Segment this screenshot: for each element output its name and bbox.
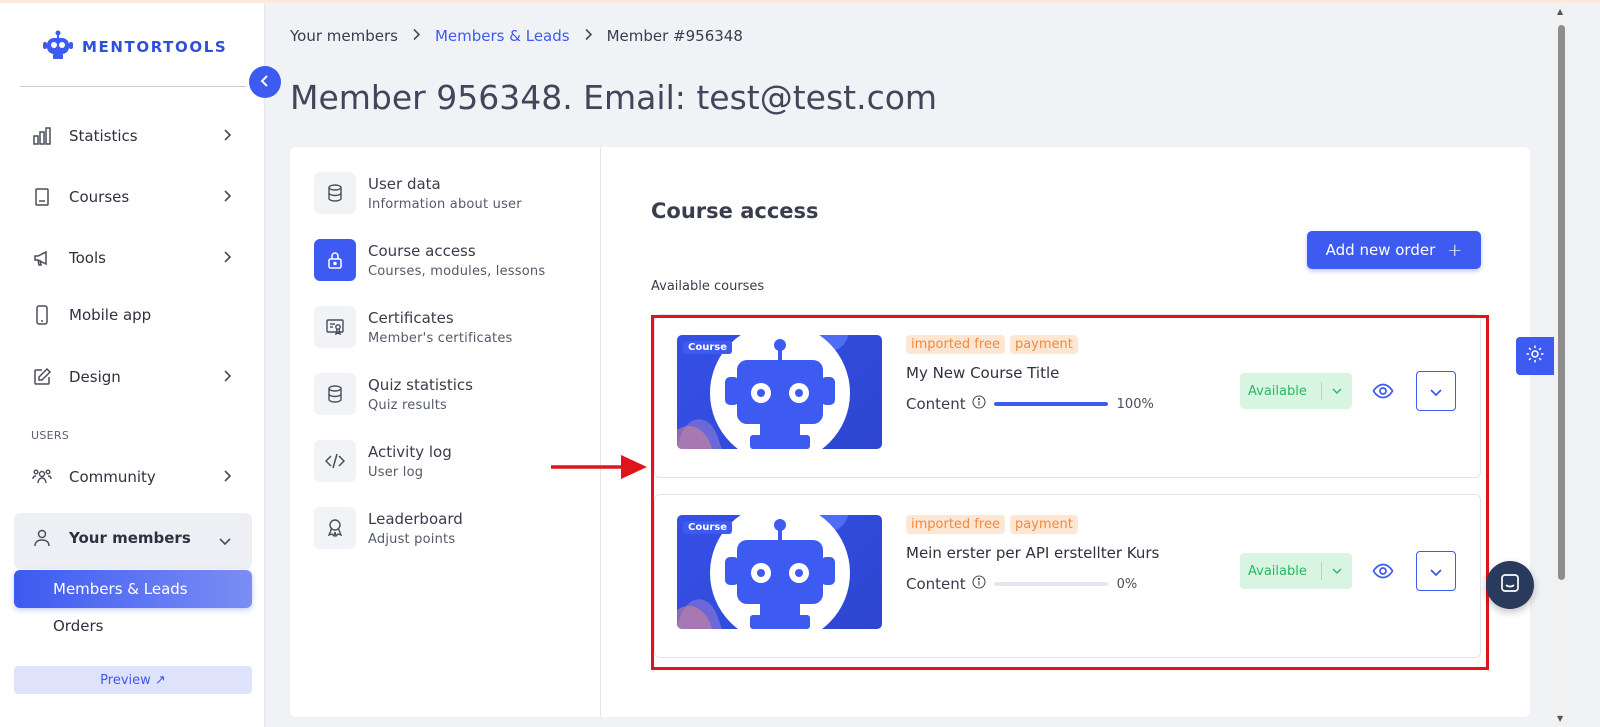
scroll-down-icon[interactable]: ▼	[1557, 714, 1563, 723]
database-icon	[314, 373, 356, 415]
chevron-right-icon	[584, 27, 593, 45]
gear-icon	[1525, 344, 1545, 368]
certificate-icon	[314, 306, 356, 348]
chat-button[interactable]	[1486, 561, 1534, 609]
chevron-right-icon	[222, 189, 232, 207]
sidebar-item-label: Statistics	[69, 127, 138, 145]
chevron-right-icon	[412, 27, 421, 45]
chevron-left-icon	[260, 73, 270, 92]
member-tabs: User data Information about user Course …	[290, 147, 601, 717]
logo[interactable]: MENTORTOOLS	[42, 30, 227, 64]
preview-button[interactable]: Preview ↗	[14, 666, 252, 694]
tab-course-access[interactable]: Course access Courses, modules, lessons	[314, 238, 594, 282]
community-icon	[30, 465, 54, 489]
chevron-right-icon	[222, 469, 232, 487]
logo-text: MENTORTOOLS	[82, 38, 228, 56]
chevron-right-icon	[222, 369, 232, 387]
annotation-arrow-icon	[549, 452, 649, 486]
scroll-up-icon[interactable]: ▲	[1557, 7, 1563, 16]
megaphone-icon	[30, 246, 54, 270]
chevron-down-icon	[218, 532, 232, 550]
tab-subtitle: Adjust points	[368, 531, 456, 547]
sidebar-item-tools[interactable]: Tools	[30, 242, 240, 274]
sidebar-item-your-members[interactable]: Your members	[30, 522, 240, 554]
page-title: Member 956348. Email: test@test.com	[290, 78, 938, 117]
tab-leaderboard[interactable]: Leaderboard Adjust points	[314, 506, 594, 550]
collapse-sidebar-button[interactable]	[249, 66, 281, 98]
annotation-highlight-box	[651, 315, 1489, 670]
tab-title: Activity log	[368, 442, 452, 461]
tab-title: User data	[368, 174, 441, 193]
bar-chart-icon	[30, 124, 54, 148]
button-label: Add new order	[1325, 241, 1436, 259]
sidebar-item-members-leads[interactable]: Members & Leads	[14, 570, 252, 608]
user-icon	[30, 526, 54, 550]
tab-title: Certificates	[368, 308, 454, 327]
lock-icon	[314, 239, 356, 281]
tab-subtitle: Quiz results	[368, 397, 447, 413]
chevron-right-icon	[222, 128, 232, 146]
sidebar-item-label: Community	[69, 468, 156, 486]
database-icon	[314, 172, 356, 214]
tab-subtitle: User log	[368, 464, 424, 480]
tab-title: Quiz statistics	[368, 375, 473, 394]
breadcrumb-members-leads[interactable]: Members & Leads	[435, 27, 570, 45]
chevron-right-icon	[222, 250, 232, 268]
tab-subtitle: Courses, modules, lessons	[368, 263, 546, 279]
breadcrumb: Your members Members & Leads Member #956…	[290, 27, 743, 45]
sidebar-item-orders[interactable]: Orders	[53, 617, 103, 635]
section-title: Course access	[651, 199, 819, 223]
section-label-users: USERS	[31, 429, 70, 442]
sidebar-item-design[interactable]: Design	[30, 361, 240, 393]
tab-subtitle: Information about user	[368, 196, 522, 212]
tab-title: Course access	[368, 241, 476, 260]
scrollbar[interactable]: ▲ ▼	[1554, 3, 1568, 727]
pencil-icon	[30, 365, 54, 389]
tab-quiz-statistics[interactable]: Quiz statistics Quiz results	[314, 372, 594, 416]
sidebar-item-community[interactable]: Community	[30, 461, 240, 493]
sidebar-item-label: Courses	[69, 188, 130, 206]
chat-icon	[1499, 572, 1521, 598]
sidebar-item-label: Tools	[69, 249, 106, 267]
plus-icon: +	[1447, 239, 1463, 261]
sidebar: MENTORTOOLS Statistics Courses Tools Mob…	[0, 3, 265, 727]
sidebar-item-courses[interactable]: Courses	[30, 181, 240, 213]
add-new-order-button[interactable]: Add new order +	[1307, 231, 1481, 269]
sidebar-item-statistics[interactable]: Statistics	[30, 120, 240, 152]
award-icon	[314, 507, 356, 549]
breadcrumb-current: Member #956348	[606, 27, 743, 45]
robot-logo-icon	[42, 30, 74, 64]
breadcrumb-your-members[interactable]: Your members	[290, 27, 398, 45]
book-icon	[30, 185, 54, 209]
sidebar-item-label: Mobile app	[69, 306, 152, 324]
scroll-thumb[interactable]	[1558, 25, 1565, 580]
phone-icon	[30, 303, 54, 327]
sidebar-item-label: Design	[69, 368, 121, 386]
tab-title: Leaderboard	[368, 509, 463, 528]
code-icon	[314, 440, 356, 482]
tab-certificates[interactable]: Certificates Member's certificates	[314, 305, 594, 349]
available-courses-label: Available courses	[651, 279, 765, 294]
divider	[20, 86, 246, 87]
sidebar-item-mobile-app[interactable]: Mobile app	[30, 299, 240, 331]
tab-user-data[interactable]: User data Information about user	[314, 171, 594, 215]
sidebar-item-label: Your members	[69, 529, 191, 547]
tab-subtitle: Member's certificates	[368, 330, 513, 346]
settings-button[interactable]	[1516, 337, 1554, 375]
